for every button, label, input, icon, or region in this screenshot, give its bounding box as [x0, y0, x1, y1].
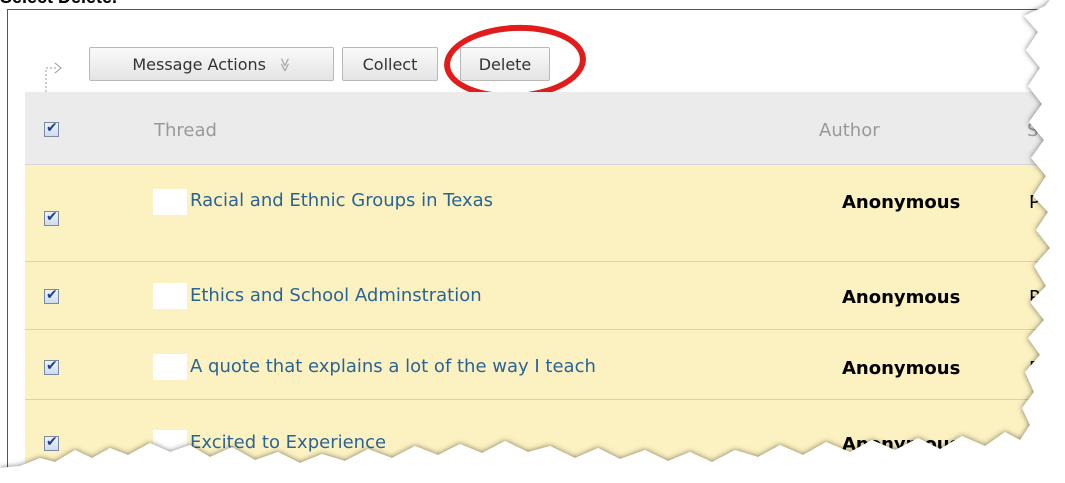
thread-thumbnail — [153, 354, 187, 380]
table-row: ✔ Racial and Ethnic Groups in Texas Anon… — [25, 165, 1065, 262]
row-checkbox[interactable]: ✔ — [44, 434, 59, 451]
check-icon: ✔ — [46, 287, 58, 303]
select-all-checkbox[interactable]: ✔ — [44, 120, 59, 137]
table-row: ✔ A quote that explains a lot of the way… — [25, 330, 1065, 400]
author-column-header[interactable]: Author — [819, 120, 880, 141]
thread-title-link[interactable]: A quote that explains a lot of the way I… — [190, 356, 596, 377]
select-arrow-icon — [45, 62, 62, 92]
thread-thumbnail — [153, 189, 187, 215]
author-name: Anonymous — [842, 434, 961, 455]
status-column-header[interactable]: St — [1027, 120, 1045, 141]
message-actions-button[interactable]: Message Actions ≫ — [89, 47, 334, 81]
thread-title-link[interactable]: Excited to Experience — [190, 432, 386, 453]
author-name: Anonymous — [842, 192, 961, 213]
action-toolbar: Message Actions ≫ Collect Delete — [8, 10, 1065, 103]
thread-thumbnail — [153, 283, 187, 309]
chevron-down-icon: ≫ — [276, 57, 293, 71]
instruction-caption: Select Delete. — [0, 0, 117, 8]
table-row: ✔ Ethics and School Adminstration Anonym… — [25, 262, 1065, 330]
author-name: Anonymous — [842, 358, 961, 379]
check-icon: ✔ — [46, 434, 58, 450]
table-row: ✔ Excited to Experience Anonymous — [25, 400, 1065, 472]
check-icon: ✔ — [46, 209, 58, 225]
table-header-row: ✔ Thread Author St — [25, 92, 1065, 165]
check-icon: ✔ — [46, 120, 58, 136]
status-text: P — [1029, 192, 1040, 213]
thread-column-header[interactable]: Thread — [154, 120, 217, 141]
status-text: P — [1029, 358, 1040, 379]
author-name: Anonymous — [842, 287, 961, 308]
row-checkbox[interactable]: ✔ — [44, 358, 59, 375]
row-checkbox[interactable]: ✔ — [44, 209, 59, 226]
message-actions-label: Message Actions — [132, 54, 266, 74]
delete-button[interactable]: Delete — [460, 47, 550, 81]
thread-title-link[interactable]: Ethics and School Adminstration — [190, 285, 482, 306]
thread-title-link[interactable]: Racial and Ethnic Groups in Texas — [190, 190, 493, 211]
check-icon: ✔ — [46, 358, 58, 374]
collect-button[interactable]: Collect — [342, 47, 438, 81]
row-checkbox[interactable]: ✔ — [44, 287, 59, 304]
status-text: P — [1029, 287, 1040, 308]
thread-thumbnail — [153, 430, 187, 456]
discussion-board-panel: Message Actions ≫ Collect Delete ✔ Threa… — [7, 9, 1065, 472]
